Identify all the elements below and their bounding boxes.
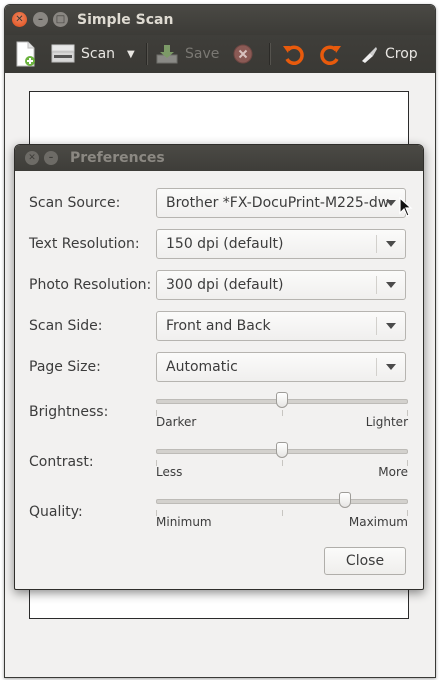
title-bar[interactable]: ✕ – □ Simple Scan	[5, 5, 435, 35]
window-maximize-button[interactable]: □	[53, 12, 68, 27]
scan-source-value: Brother *FX-DocuPrint-M225-dw	[166, 195, 390, 211]
combo-separator	[376, 358, 377, 376]
crop-knife-icon	[362, 47, 377, 63]
preferences-dialog: ✕ – Preferences Scan Source: Brother *FX…	[14, 144, 424, 590]
chevron-down-icon	[386, 282, 396, 288]
brightness-max-label: Lighter	[365, 415, 408, 429]
window-minimize-button[interactable]: –	[33, 12, 48, 27]
quality-min-label: Minimum	[156, 515, 212, 529]
combo-separator	[376, 276, 377, 294]
dialog-title-bar[interactable]: ✕ – Preferences	[15, 145, 423, 171]
chevron-down-icon: ▼	[127, 48, 135, 60]
scan-side-combo[interactable]: Front and Back	[156, 311, 406, 341]
toolbar-separator	[269, 43, 271, 65]
dialog-minimize-button[interactable]: –	[44, 151, 58, 165]
slider-tick	[282, 460, 283, 466]
combo-separator	[376, 317, 377, 335]
slider-knob[interactable]	[276, 392, 288, 408]
brightness-label: Brightness:	[29, 404, 109, 420]
dialog-title: Preferences	[70, 150, 165, 166]
rotate-left-button[interactable]	[281, 35, 305, 73]
rotate-left-icon	[283, 45, 304, 65]
chevron-down-icon	[386, 323, 396, 329]
slider-tick	[282, 510, 283, 516]
contrast-max-label: More	[378, 465, 408, 479]
scanner-icon	[51, 44, 75, 63]
save-download-icon	[156, 45, 178, 64]
photo-resolution-combo[interactable]: 300 dpi (default)	[156, 270, 406, 300]
text-resolution-label: Text Resolution:	[29, 236, 140, 252]
scan-button[interactable]: Scan	[51, 35, 115, 73]
contrast-label: Contrast:	[29, 454, 94, 470]
chevron-down-icon	[386, 200, 396, 206]
slider-trough	[156, 499, 408, 504]
scan-source-combo[interactable]: Brother *FX-DocuPrint-M225-dw	[156, 188, 406, 218]
contrast-min-label: Less	[156, 465, 183, 479]
page-size-value: Automatic	[166, 359, 238, 375]
photo-resolution-label: Photo Resolution:	[29, 277, 152, 293]
chevron-down-icon	[386, 364, 396, 370]
quality-max-label: Maximum	[348, 515, 408, 529]
chevron-down-icon	[386, 241, 396, 247]
brightness-slider[interactable]: Darker Lighter	[156, 391, 408, 431]
new-document-button[interactable]	[15, 35, 37, 73]
scan-source-label: Scan Source:	[29, 195, 121, 211]
toolbar: Scan ▼ Save Crop	[5, 35, 435, 73]
toolbar-separator	[146, 43, 148, 65]
close-button[interactable]: Close	[324, 547, 406, 575]
window-title: Simple Scan	[77, 12, 174, 28]
brightness-min-label: Darker	[156, 415, 197, 429]
mouse-pointer-icon	[399, 197, 413, 217]
scan-options-dropdown[interactable]: ▼	[127, 35, 135, 73]
photo-resolution-value: 300 dpi (default)	[166, 277, 284, 293]
page-size-label: Page Size:	[29, 359, 101, 375]
rotate-right-button[interactable]	[319, 35, 343, 73]
quality-label: Quality:	[29, 504, 83, 520]
combo-separator	[376, 235, 377, 253]
slider-knob[interactable]	[339, 492, 351, 508]
window-close-button[interactable]: ✕	[12, 12, 27, 27]
page-size-combo[interactable]: Automatic	[156, 352, 406, 382]
crop-label: Crop	[385, 46, 418, 62]
new-document-icon	[16, 41, 35, 67]
dialog-close-button[interactable]: ✕	[25, 151, 39, 165]
contrast-slider[interactable]: Less More	[156, 441, 408, 481]
stop-button[interactable]	[233, 35, 253, 73]
scan-side-value: Front and Back	[166, 318, 271, 334]
save-label: Save	[185, 46, 220, 62]
crop-button[interactable]: Crop	[359, 35, 418, 73]
quality-slider[interactable]: Minimum Maximum	[156, 491, 408, 531]
scan-side-label: Scan Side:	[29, 318, 103, 334]
text-resolution-value: 150 dpi (default)	[166, 236, 284, 252]
rotate-right-icon	[320, 45, 341, 65]
save-button[interactable]: Save	[155, 35, 219, 73]
slider-tick	[282, 410, 283, 416]
slider-knob[interactable]	[276, 442, 288, 458]
scan-label: Scan	[81, 46, 116, 62]
stop-icon	[233, 44, 253, 64]
text-resolution-combo[interactable]: 150 dpi (default)	[156, 229, 406, 259]
